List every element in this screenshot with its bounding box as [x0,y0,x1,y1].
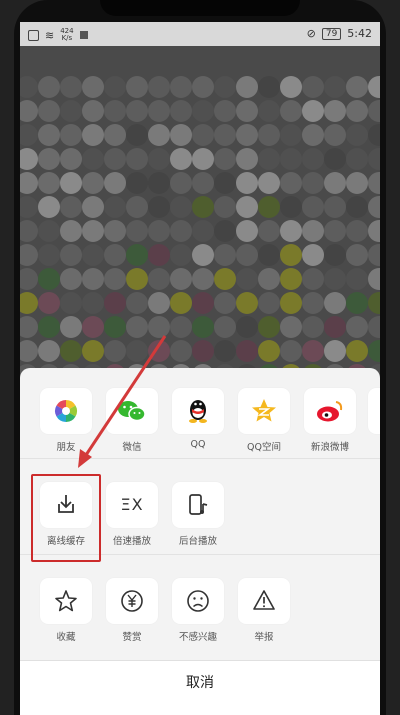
phone-notch [100,0,300,16]
annotation-arrow [78,335,167,468]
